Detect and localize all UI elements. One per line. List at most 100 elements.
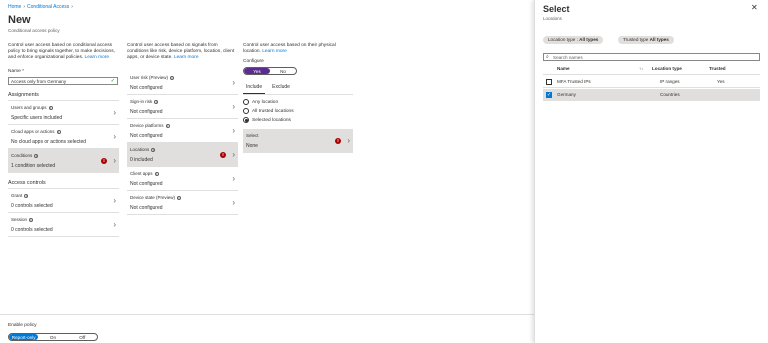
policy-description: Control user access based on conditional…: [8, 43, 119, 61]
row-checkbox[interactable]: [546, 78, 552, 85]
chevron-right-icon: ›: [232, 174, 235, 183]
info-icon[interactable]: i: [170, 75, 175, 80]
conditions-description: Control user access based on signals fro…: [127, 43, 238, 71]
access-control-session[interactable]: Session i 0 controls selected ›: [8, 213, 119, 237]
item-title: Session: [11, 217, 28, 222]
assignment-users-and-groups[interactable]: Users and groups i Specific users include…: [8, 101, 119, 125]
radio-selected-locations[interactable]: Selected locations: [243, 117, 353, 123]
panel-subtitle: Locations: [543, 16, 562, 21]
row-name: Germany: [557, 92, 576, 97]
condition-client-apps[interactable]: Client apps i Not configured ›: [127, 167, 238, 191]
chevron-right-icon: ›: [232, 78, 235, 87]
select-locations-item[interactable]: Select None ! ›: [243, 129, 353, 153]
item-value: 0 controls selected: [11, 227, 53, 233]
item-title: Sign-in risk: [130, 99, 153, 104]
info-icon[interactable]: i: [154, 171, 159, 176]
info-icon[interactable]: i: [154, 99, 159, 104]
tab-include[interactable]: Include: [243, 82, 266, 94]
item-title: Select: [246, 133, 259, 138]
chevron-right-icon: ›: [113, 220, 116, 229]
row-name: MFA Trusted IPs: [557, 79, 591, 84]
row-location-type: IP ranges: [660, 79, 680, 84]
sort-icon[interactable]: ↑↓: [639, 66, 643, 71]
condition-locations[interactable]: Locations i 0 included ! ›: [127, 143, 238, 167]
learn-more-link[interactable]: Learn more: [174, 55, 199, 60]
breadcrumb-chevron-icon: ›: [23, 4, 26, 10]
item-title: Users and groups: [11, 105, 47, 110]
enable-policy-toggle[interactable]: Report-only On Off: [8, 333, 98, 341]
enable-policy-label: Enable policy: [8, 323, 37, 328]
row-trusted: Yes: [717, 79, 725, 84]
include-exclude-tabs: Include Exclude: [243, 82, 353, 95]
condition-device-state[interactable]: Device state (Preview) i Not configured ›: [127, 191, 238, 215]
close-icon[interactable]: ✕: [751, 3, 758, 12]
breadcrumb-conditional-access[interactable]: Conditional Access: [27, 4, 69, 10]
radio-circle: [243, 108, 249, 114]
location-type-filter[interactable]: Location type : All types: [543, 36, 604, 44]
enable-on[interactable]: On: [38, 334, 67, 340]
item-title: Grant: [11, 193, 23, 198]
info-icon[interactable]: i: [56, 129, 61, 134]
search-icon: ⌕: [546, 54, 549, 60]
access-control-grant[interactable]: Grant i 0 controls selected ›: [8, 189, 119, 213]
item-value: None: [246, 143, 258, 149]
trusted-type-filter[interactable]: Trusted type All types: [618, 36, 674, 44]
item-title: Conditions: [11, 153, 33, 158]
row-location-type: Countries: [660, 92, 680, 97]
table-row[interactable]: MFA Trusted IPs IP ranges Yes: [543, 76, 760, 88]
select-locations-panel: Select Locations ✕ Location type : All t…: [534, 0, 768, 343]
learn-more-link[interactable]: Learn more: [262, 49, 287, 54]
assignment-conditions[interactable]: Conditions i 1 condition selected ! ›: [8, 149, 119, 173]
learn-more-link[interactable]: Learn more: [85, 55, 110, 60]
info-icon[interactable]: i: [34, 153, 39, 158]
row-checkbox-checked[interactable]: ✓: [546, 91, 552, 98]
search-placeholder: Search names: [553, 55, 583, 60]
info-icon[interactable]: i: [24, 193, 29, 198]
radio-circle: [243, 117, 249, 123]
item-value: No cloud apps or actions selected: [11, 139, 87, 145]
info-icon[interactable]: i: [165, 123, 170, 128]
item-title: Client apps: [130, 171, 153, 176]
radio-label: All trusted locations: [252, 108, 294, 114]
configure-no[interactable]: No: [270, 68, 296, 74]
breadcrumb: Home › Conditional Access ›: [8, 4, 75, 10]
condition-user-risk[interactable]: User risk (Preview) i Not configured ›: [127, 71, 238, 95]
item-value: 0 included: [130, 157, 153, 163]
info-icon[interactable]: i: [151, 147, 156, 152]
item-title: User risk (Preview): [130, 75, 169, 80]
info-icon[interactable]: i: [48, 105, 53, 110]
item-value: Not configured: [130, 85, 163, 91]
configure-yes[interactable]: Yes: [244, 68, 270, 74]
table-row[interactable]: ✓ Germany Countries: [543, 89, 760, 101]
column-header-name[interactable]: Name: [557, 66, 570, 71]
page-subtitle: Conditional access policy: [8, 28, 60, 33]
assignment-cloud-apps[interactable]: Cloud apps or actions i No cloud apps or …: [8, 125, 119, 149]
search-input[interactable]: ⌕ Search names: [543, 53, 760, 61]
tab-exclude[interactable]: Exclude: [269, 82, 293, 94]
info-icon[interactable]: i: [29, 217, 34, 222]
breadcrumb-home[interactable]: Home: [8, 4, 21, 10]
column-header-trusted[interactable]: Trusted: [709, 66, 726, 71]
item-title: Device platforms: [130, 123, 164, 128]
configure-toggle[interactable]: Yes No: [243, 67, 297, 75]
bottom-divider: [0, 314, 534, 315]
info-icon[interactable]: i: [177, 195, 182, 200]
radio-all-trusted-locations[interactable]: All trusted locations: [243, 108, 353, 114]
breadcrumb-chevron-icon: ›: [71, 4, 73, 10]
chevron-right-icon: ›: [232, 126, 235, 135]
enable-off[interactable]: Off: [68, 334, 97, 340]
locations-description: Control user access based on their physi…: [243, 43, 353, 55]
condition-device-platforms[interactable]: Device platforms i Not configured ›: [127, 119, 238, 143]
radio-any-location[interactable]: Any location: [243, 99, 353, 105]
condition-sign-in-risk[interactable]: Sign-in risk i Not configured ›: [127, 95, 238, 119]
item-value: Not configured: [130, 133, 163, 139]
enable-report-only[interactable]: Report-only: [9, 334, 39, 340]
chevron-right-icon: ›: [113, 156, 116, 165]
column-header-location-type[interactable]: Location type: [652, 66, 682, 71]
chevron-right-icon: ›: [232, 102, 235, 111]
locations-column: Control user access based on their physi…: [243, 43, 353, 153]
warning-icon: !: [101, 158, 107, 164]
item-value: 0 controls selected: [11, 203, 53, 209]
item-value: 1 condition selected: [11, 163, 56, 169]
policy-name-input[interactable]: Access only from Germany ✓: [8, 77, 118, 85]
